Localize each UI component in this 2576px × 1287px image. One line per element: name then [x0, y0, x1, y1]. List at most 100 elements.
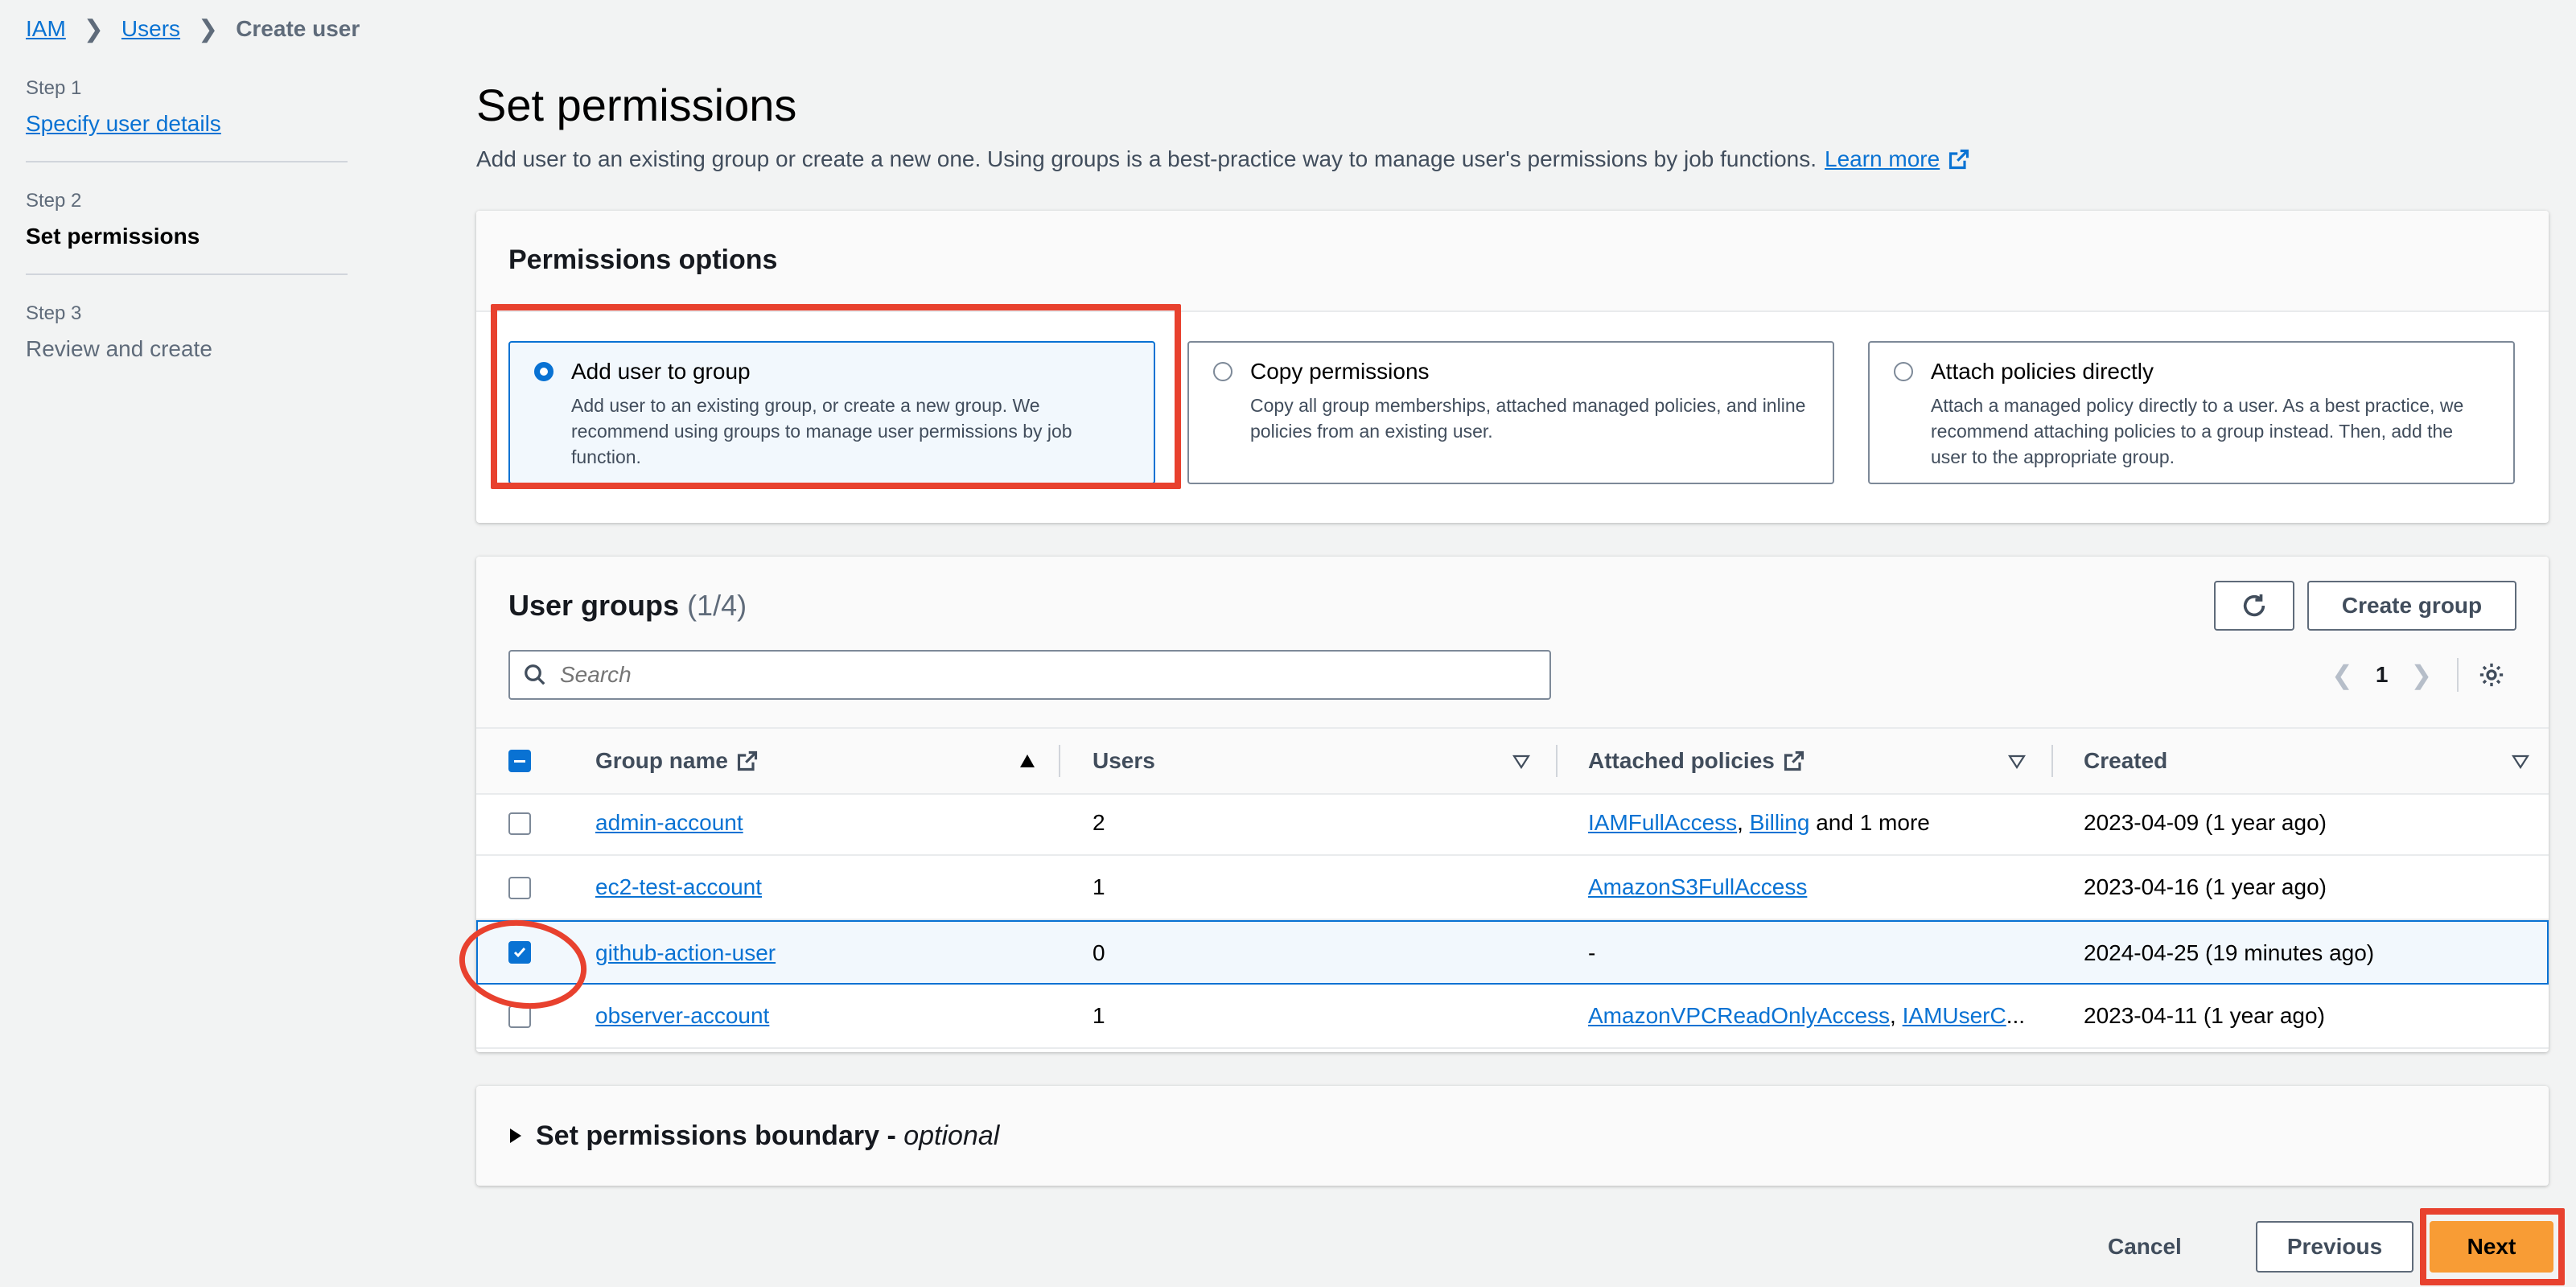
- option-title: Copy permissions: [1250, 359, 1430, 384]
- policy-separator: ,: [1737, 810, 1750, 835]
- table-row[interactable]: admin-account 2 IAMFullAccess, Billing a…: [476, 792, 2549, 856]
- refresh-button[interactable]: [2214, 581, 2294, 631]
- divider: [2457, 658, 2459, 692]
- permissions-boundary-panel[interactable]: Set permissions boundary - optional: [476, 1086, 2549, 1186]
- breadcrumb-iam-link[interactable]: IAM: [26, 16, 66, 42]
- refresh-icon: [2243, 594, 2265, 617]
- step-2: Step 2 Set permissions: [26, 190, 348, 275]
- step-number: Step 3: [26, 302, 82, 324]
- pagination: ❮ 1 ❯: [2331, 650, 2432, 700]
- boundary-optional: optional: [903, 1120, 1000, 1151]
- step-number: Step 2: [26, 190, 82, 212]
- groups-title-text: User groups: [508, 589, 680, 622]
- previous-button[interactable]: Previous: [2256, 1221, 2413, 1273]
- column-divider: [2051, 745, 2053, 777]
- attached-policies-cell: -: [1588, 940, 1596, 965]
- breadcrumb-current: Create user: [236, 16, 360, 41]
- search-icon: [525, 664, 545, 685]
- users-count: 2: [1093, 810, 1105, 835]
- create-group-button[interactable]: Create group: [2307, 581, 2516, 631]
- row-checkbox[interactable]: [508, 812, 531, 835]
- created-date: 2024-04-25 (19 minutes ago): [2084, 940, 2375, 965]
- panel-title: Permissions options: [508, 245, 778, 275]
- column-header-attached-policies[interactable]: Attached policies: [1588, 729, 1805, 793]
- chevron-right-icon: ❯: [83, 15, 104, 43]
- sort-icon[interactable]: [2008, 755, 2026, 769]
- step-title-current: Set permissions: [26, 224, 200, 249]
- column-divider: [1059, 745, 1060, 777]
- table-row-selected[interactable]: github-action-user 0 - 2024-04-25 (19 mi…: [476, 920, 2549, 985]
- previous-page-icon[interactable]: ❮: [2331, 660, 2353, 690]
- boundary-expand-toggle[interactable]: Set permissions boundary - optional: [508, 1086, 999, 1186]
- search-input[interactable]: [558, 661, 1527, 689]
- table-row[interactable]: observer-account 1 AmazonVPCReadOnlyAcce…: [476, 985, 2549, 1049]
- search-box: [508, 650, 1551, 700]
- boundary-title: Set permissions boundary -: [536, 1120, 904, 1151]
- policy-link[interactable]: IAMFullAccess: [1588, 810, 1737, 836]
- column-label: Attached policies: [1588, 748, 1775, 773]
- policy-link[interactable]: IAMUserC: [1903, 1003, 2006, 1029]
- step-1: Step 1 Specify user details: [26, 77, 348, 162]
- option-attach-policies-directly[interactable]: Attach policies directly Attach a manage…: [1868, 341, 2515, 484]
- policy-link[interactable]: Billing: [1750, 810, 1810, 836]
- sort-icon[interactable]: [1512, 755, 1530, 769]
- policy-extra: and 1 more: [1809, 810, 1930, 835]
- column-header-users[interactable]: Users: [1093, 729, 1155, 793]
- group-name-link[interactable]: admin-account: [595, 810, 743, 836]
- external-link-icon: [1784, 750, 1804, 771]
- attached-policies-cell: AmazonS3FullAccess: [1588, 856, 1807, 919]
- learn-more-link[interactable]: Learn more: [1825, 146, 1940, 172]
- policy-link[interactable]: AmazonVPCReadOnlyAccess: [1588, 1003, 1890, 1029]
- policy-separator: ,: [1890, 1003, 1903, 1028]
- group-name-link[interactable]: github-action-user: [595, 940, 776, 966]
- page-number[interactable]: 1: [2376, 662, 2389, 688]
- attached-policies-cell: IAMFullAccess, Billing and 1 more: [1588, 792, 1930, 854]
- users-count: 0: [1093, 940, 1105, 965]
- column-divider: [1556, 745, 1558, 777]
- gear-icon[interactable]: [2478, 661, 2505, 689]
- page-title: Set permissions: [476, 80, 797, 130]
- option-copy-permissions[interactable]: Copy permissions Copy all group membersh…: [1187, 341, 1834, 484]
- step-link-specify-user-details[interactable]: Specify user details: [26, 111, 221, 136]
- step-3: Step 3 Review and create: [26, 302, 348, 386]
- select-all-checkbox[interactable]: [508, 750, 531, 772]
- table-row[interactable]: ec2-test-account 1 AmazonS3FullAccess 20…: [476, 856, 2549, 920]
- attached-policies-cell: AmazonVPCReadOnlyAccess, IAMUserC...: [1588, 985, 2025, 1047]
- created-date: 2023-04-16 (1 year ago): [2084, 874, 2327, 899]
- description-text: Add user to an existing group or create …: [476, 146, 1817, 171]
- group-name-link[interactable]: observer-account: [595, 1003, 769, 1029]
- wizard-steps: Step 1 Specify user details Step 2 Set p…: [26, 77, 348, 413]
- breadcrumb: IAM ❯ Users ❯ Create user: [26, 14, 360, 43]
- radio-button[interactable]: [1894, 362, 1913, 381]
- annotation-circle: [459, 919, 587, 1009]
- column-header-created[interactable]: Created: [2084, 729, 2167, 793]
- sort-icon[interactable]: [2512, 755, 2529, 769]
- group-name-link[interactable]: ec2-test-account: [595, 874, 762, 900]
- panel-title: User groups (1/4): [508, 589, 747, 623]
- page-description: Add user to an existing group or create …: [476, 146, 1970, 172]
- step-number: Step 1: [26, 77, 82, 99]
- created-date: 2023-04-09 (1 year ago): [2084, 810, 2327, 835]
- caret-right-icon: [510, 1129, 521, 1143]
- groups-count: (1/4): [687, 589, 747, 622]
- policy-link[interactable]: AmazonS3FullAccess: [1588, 874, 1807, 900]
- next-page-icon[interactable]: ❯: [2410, 660, 2432, 690]
- column-label: Group name: [595, 748, 728, 773]
- users-count: 1: [1093, 874, 1105, 899]
- option-description: Copy all group memberships, attached man…: [1250, 395, 1806, 442]
- column-header-group-name[interactable]: Group name: [595, 729, 759, 793]
- annotation-highlight-box: [491, 304, 1181, 489]
- policy-extra: ...: [2006, 1003, 2026, 1028]
- radio-button[interactable]: [1213, 362, 1232, 381]
- breadcrumb-users-link[interactable]: Users: [121, 16, 180, 42]
- cancel-button[interactable]: Cancel: [2108, 1224, 2182, 1269]
- option-description: Attach a managed policy directly to a us…: [1931, 395, 2464, 467]
- user-groups-panel: User groups (1/4) Create group ❮ 1 ❯ Gro…: [476, 557, 2549, 1052]
- step-title-review: Review and create: [26, 336, 212, 361]
- option-title: Attach policies directly: [1931, 359, 2154, 384]
- table-header: Group name Users Attached policies Creat…: [476, 727, 2549, 795]
- row-checkbox[interactable]: [508, 877, 531, 899]
- annotation-highlight-box: [2420, 1208, 2565, 1285]
- sort-ascending-icon[interactable]: [1018, 753, 1036, 769]
- panel-header: Permissions options: [476, 211, 2549, 312]
